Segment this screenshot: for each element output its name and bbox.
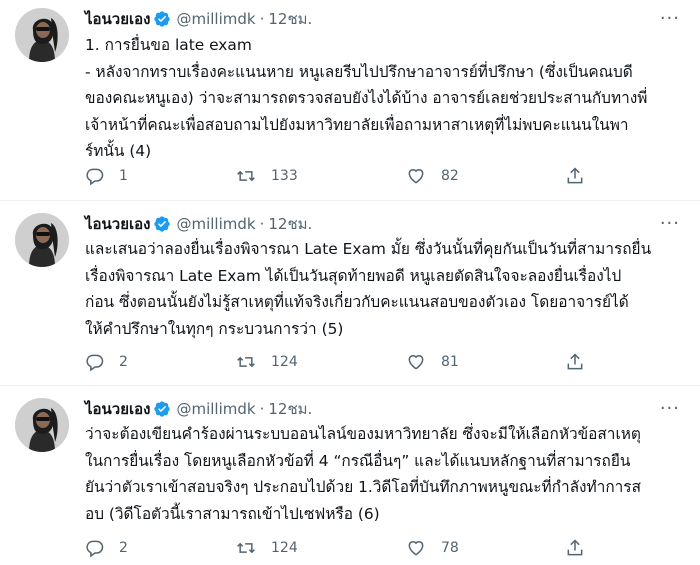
share-button[interactable] — [565, 352, 599, 372]
more-options-icon[interactable]: ··· — [660, 400, 680, 418]
retweet-button[interactable]: 124 — [235, 352, 298, 372]
reply-icon — [86, 540, 104, 558]
retweet-count: 133 — [271, 168, 298, 184]
like-icon — [408, 169, 424, 184]
retweet-button[interactable]: 124 — [235, 538, 298, 558]
tweet-line: ในการยื่นเรื่อง โดยหนูเลือกหัวข้อที่ 4 “… — [85, 451, 631, 470]
tweet-line: ก่อน ซึ่งตอนนั้นยังไม่รู้สาเหตุที่แท้จริ… — [85, 293, 629, 311]
tweet-header: ไอนวยเอง @millimdk · 12ชม. — [85, 213, 312, 235]
retweet-count: 124 — [271, 354, 298, 370]
tweet-2[interactable]: ไอนวยเอง @millimdk · 12ชม. ··· และเสนอว่… — [0, 201, 700, 385]
tweet-line: และเสนอว่าลองยื่นเรื่องพิจารณา Late Exam… — [85, 240, 652, 258]
retweet-icon — [237, 356, 255, 368]
retweet-icon — [237, 170, 255, 182]
reply-button[interactable]: 2 — [85, 538, 128, 558]
reply-count: 2 — [119, 540, 128, 556]
share-icon — [567, 539, 583, 556]
separator-dot: · — [259, 10, 265, 28]
like-icon — [408, 541, 424, 556]
tweet-line: เรื่องพิจารณา Late Exam ได้เป็นวันสุดท้า… — [85, 266, 622, 285]
like-count: 81 — [441, 354, 459, 370]
reply-count: 2 — [119, 354, 128, 370]
tweet-actions: 2 124 78 — [85, 536, 605, 560]
user-handle[interactable]: @millimdk — [176, 400, 255, 418]
separator-dot: · — [259, 400, 265, 418]
timestamp[interactable]: 12ชม. — [268, 397, 312, 421]
verified-badge-icon — [153, 215, 171, 233]
like-icon — [408, 355, 424, 370]
verified-badge-icon — [153, 400, 171, 418]
tweet-line: ให้คำปรึกษาในทุกๆ กระบวนการว่า (5) — [85, 319, 344, 338]
separator-dot: · — [259, 215, 265, 233]
user-handle[interactable]: @millimdk — [176, 215, 255, 233]
tweet-1[interactable]: ไอนวยเอง @millimdk · 12ชม. ··· 1. การยื่… — [0, 0, 700, 200]
reply-icon — [86, 354, 104, 372]
avatar[interactable] — [15, 213, 69, 267]
tweet-line: ร์ทนั้น (4) — [85, 142, 152, 160]
tweet-line: 1. การยื่นขอ late exam — [85, 36, 252, 54]
timestamp[interactable]: 12ชม. — [268, 212, 312, 236]
avatar[interactable] — [15, 398, 69, 452]
reply-button[interactable]: 1 — [85, 166, 128, 186]
tweet-text: 1. การยื่นขอ late exam - หลังจากทราบเรื่… — [85, 32, 685, 165]
reply-count: 1 — [119, 168, 128, 184]
reply-button[interactable]: 2 — [85, 352, 128, 372]
tweet-header: ไอนวยเอง @millimdk · 12ชม. — [85, 8, 312, 30]
display-name[interactable]: ไอนวยเอง — [85, 212, 150, 236]
like-count: 82 — [441, 168, 459, 184]
tweet-line: ยันว่าตัวเราเข้าสอบจริงๆ ประกอบไปด้วย 1.… — [85, 478, 641, 496]
display-name[interactable]: ไอนวยเอง — [85, 7, 150, 31]
user-handle[interactable]: @millimdk — [176, 10, 255, 28]
share-icon — [567, 167, 583, 184]
like-count: 78 — [441, 540, 459, 556]
tweet-line: ว่าจะต้องเขียนคำร้องผ่านระบบออนไลน์ของมห… — [85, 425, 641, 443]
reply-icon — [86, 168, 104, 186]
timestamp[interactable]: 12ชม. — [268, 7, 312, 31]
tweet-header: ไอนวยเอง @millimdk · 12ชม. — [85, 398, 312, 420]
share-button[interactable] — [565, 166, 599, 186]
tweet-line: เจ้าหน้าที่คณะเพื่อสอบถามไปยังมหาวิทยาลั… — [85, 115, 629, 134]
verified-badge-icon — [153, 10, 171, 28]
tweet-line: ของคณะหนูเอง) ว่าจะสามารถตรวจสอบยังไงได้… — [85, 89, 648, 107]
tweet-line: - หลังจากทราบเรื่องคะแนนหาย หนูเลยรีบไปป… — [85, 62, 633, 81]
tweet-line: อบ (วิดีโอตัวนี้เราสามารถเข้าไปเซฟหรือ (… — [85, 504, 380, 523]
share-icon — [567, 353, 583, 370]
avatar[interactable] — [15, 8, 69, 62]
tweet-text: และเสนอว่าลองยื่นเรื่องพิจารณา Late Exam… — [85, 236, 685, 342]
display-name[interactable]: ไอนวยเอง — [85, 397, 150, 421]
share-button[interactable] — [565, 538, 599, 558]
tweet-text: ว่าจะต้องเขียนคำร้องผ่านระบบออนไลน์ของมห… — [85, 421, 685, 527]
retweet-count: 124 — [271, 540, 298, 556]
retweet-button[interactable]: 133 — [235, 166, 298, 186]
tweet-3[interactable]: ไอนวยเอง @millimdk · 12ชม. ··· ว่าจะต้อง… — [0, 386, 700, 565]
retweet-icon — [237, 542, 255, 554]
like-button[interactable]: 78 — [405, 538, 459, 558]
tweet-actions: 2 124 81 — [85, 350, 605, 374]
like-button[interactable]: 81 — [405, 352, 459, 372]
tweet-actions: 1 133 82 — [85, 164, 605, 188]
like-button[interactable]: 82 — [405, 166, 459, 186]
more-options-icon[interactable]: ··· — [660, 10, 680, 28]
more-options-icon[interactable]: ··· — [660, 215, 680, 233]
